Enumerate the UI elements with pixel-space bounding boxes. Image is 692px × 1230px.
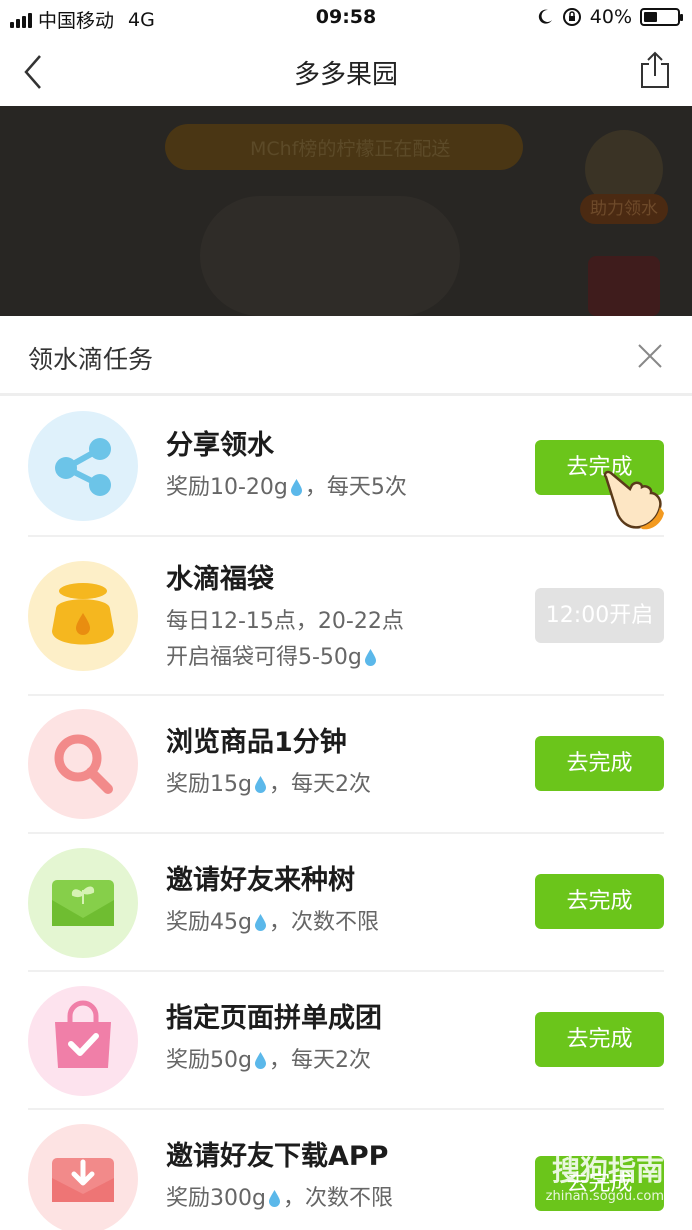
frequency-text: ，次数不限 bbox=[268, 910, 379, 935]
reward-text: 奖励50g bbox=[166, 1048, 252, 1073]
task-title: 邀请好友下载APP bbox=[166, 1141, 389, 1172]
task-reward: 开启福袋可得5-50g bbox=[166, 641, 379, 675]
lucky-bag-icon bbox=[28, 561, 138, 671]
reward-text: 奖励300g bbox=[166, 1186, 266, 1211]
watermark: 搜狗指南 zhinan.sogou.com bbox=[546, 1149, 664, 1204]
task-share: 分享领水 奖励10-20g ，每天5次 去完成 bbox=[0, 399, 692, 535]
reward-text: 奖励15g bbox=[166, 772, 252, 797]
helper-badge-label: 助力领水 bbox=[580, 194, 668, 224]
close-icon[interactable] bbox=[636, 342, 664, 370]
task-schedule: 每日12-15点，20-22点 bbox=[166, 609, 404, 634]
complete-button[interactable]: 去完成 bbox=[535, 1012, 664, 1067]
complete-button[interactable]: 去完成 bbox=[535, 736, 664, 791]
battery-percent: 40% bbox=[589, 6, 632, 28]
task-reward: 奖励45g ，次数不限 bbox=[166, 906, 379, 940]
water-drop-icon bbox=[290, 479, 302, 496]
water-drop-icon bbox=[268, 1190, 280, 1207]
task-reward: 奖励15g ，每天2次 bbox=[166, 768, 371, 802]
download-envelope-icon bbox=[28, 1124, 138, 1230]
water-drop-icon bbox=[254, 914, 266, 931]
sheet-header: 领水滴任务 bbox=[0, 316, 692, 396]
share-icon[interactable] bbox=[638, 50, 672, 90]
task-browse: 浏览商品1分钟 奖励15g ，每天2次 去完成 bbox=[0, 696, 692, 832]
frequency-text: ，次数不限 bbox=[282, 1186, 393, 1211]
task-group-buy: 指定页面拼单成团 奖励50g ，每天2次 去完成 bbox=[0, 972, 692, 1108]
task-invite-plant: 邀请好友来种树 奖励45g ，次数不限 去完成 bbox=[0, 834, 692, 970]
task-reward: 奖励50g ，每天2次 bbox=[166, 1044, 371, 1078]
watermark-url: zhinan.sogou.com bbox=[545, 1189, 664, 1204]
shopping-bag-icon bbox=[28, 986, 138, 1096]
reward-text: 奖励45g bbox=[166, 910, 252, 935]
frequency-text: ，每天2次 bbox=[268, 772, 371, 797]
water-drop-icon bbox=[254, 776, 266, 793]
gift-box-icon bbox=[588, 256, 660, 316]
task-sheet: 领水滴任务 分享领水 奖励10-20g ，每天5次 去完成 水滴福袋 每日12-… bbox=[0, 316, 692, 1230]
water-drop-icon bbox=[254, 1052, 266, 1069]
watermark-brand: 搜狗指南 bbox=[551, 1154, 664, 1187]
rotation-lock-icon bbox=[562, 8, 581, 26]
complete-button[interactable]: 去完成 bbox=[535, 874, 664, 929]
sprout-envelope-icon bbox=[28, 848, 138, 958]
task-title: 分享领水 bbox=[166, 430, 274, 461]
magnifier-icon bbox=[28, 709, 138, 819]
task-lucky-bag: 水滴福袋 每日12-15点，20-22点 开启福袋可得5-50g 12:00开启 bbox=[0, 537, 692, 694]
task-title: 水滴福袋 bbox=[166, 564, 274, 595]
task-title: 邀请好友来种树 bbox=[166, 865, 355, 896]
status-right: 40% bbox=[536, 6, 683, 28]
status-bar: 中国移动 4G 09:58 40% bbox=[0, 0, 692, 36]
frequency-text: ，每天2次 bbox=[268, 1048, 371, 1073]
orchard-game-backdrop: MChf榜的柠檬正在配送 助力领水 bbox=[0, 106, 692, 316]
task-title: 指定页面拼单成团 bbox=[166, 1003, 382, 1034]
reward-text: 奖励10-20g bbox=[166, 475, 288, 500]
frequency-text: ，每天5次 bbox=[304, 475, 407, 500]
pointing-hand-icon bbox=[603, 470, 664, 530]
water-drop-icon bbox=[364, 649, 376, 666]
moon-icon bbox=[538, 9, 552, 24]
delivery-banner-text: MChf榜的柠檬正在配送 bbox=[250, 138, 451, 160]
nav-bar: 多多果园 bbox=[0, 36, 692, 106]
sheet-title: 领水滴任务 bbox=[28, 345, 154, 374]
task-title: 浏览商品1分钟 bbox=[166, 727, 347, 758]
task-reward: 奖励300g ，次数不限 bbox=[166, 1182, 393, 1216]
game-haze bbox=[200, 196, 460, 316]
page-title: 多多果园 bbox=[293, 60, 398, 90]
reward-text: 开启福袋可得5-50g bbox=[166, 645, 362, 670]
opens-at-button: 12:00开启 bbox=[535, 588, 664, 643]
task-reward: 奖励10-20g ，每天5次 bbox=[166, 471, 407, 505]
share-nodes-icon bbox=[28, 411, 138, 521]
battery-icon bbox=[640, 8, 683, 26]
